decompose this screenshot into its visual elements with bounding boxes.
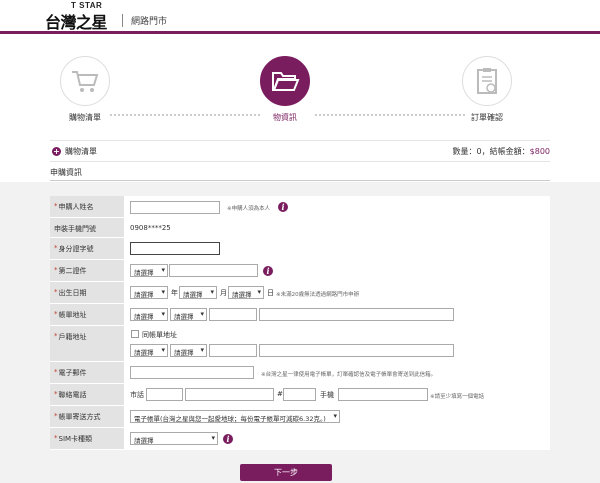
step-confirm-label: 訂單確認 bbox=[471, 113, 503, 122]
cart-totals: 數量：0，結帳金額：$800 bbox=[453, 146, 550, 157]
form-row-billing-address: *帳單地址 請選擇 請選擇 bbox=[50, 304, 550, 326]
row-label: * 帳單寄送方式 bbox=[50, 406, 124, 427]
totals-amount: $800 bbox=[529, 147, 550, 156]
form-row-id-number: * 身分證字號 bbox=[50, 238, 550, 260]
step-info-label: 物資訊 bbox=[273, 113, 297, 122]
form-row-applicant-name: * 申購人姓名 ※申購人須為本人 i bbox=[50, 196, 550, 218]
same-as-billing-label: 同帳單地址 bbox=[142, 331, 177, 339]
household-district-select[interactable]: 請選擇 bbox=[170, 344, 207, 357]
form-row-email: * 電子郵件 ※台灣之星一律使用電子帳單，訂單確認信及電子帳單會寄送到此信箱。 bbox=[50, 362, 550, 384]
step-info bbox=[260, 56, 310, 106]
form-row-birthday: *出生日期 請選擇 年 請選擇 月 請選擇 日 ※未滿20歲無法透過網路門市申辦 bbox=[50, 282, 550, 304]
application-form: * 申購人姓名 ※申購人須為本人 i 申裝手機門號 0908****25 * 身分證… bbox=[50, 196, 550, 450]
shopping-cart-icon bbox=[72, 71, 99, 92]
step-cart-label: 購物清單 bbox=[69, 113, 101, 122]
second-id-select[interactable]: 請選擇 bbox=[130, 264, 168, 277]
row-label: * 電子郵件 bbox=[50, 362, 124, 383]
expand-plus-icon[interactable]: + bbox=[52, 147, 61, 156]
form-row-second-id: *第二證件 請選擇 i bbox=[50, 260, 550, 282]
row-label: 申裝手機門號 bbox=[50, 218, 124, 237]
cart-toggle-label[interactable]: 購物清單 bbox=[65, 146, 97, 157]
area-code-input[interactable] bbox=[146, 388, 183, 401]
info-icon[interactable]: i bbox=[263, 266, 273, 276]
step-connector bbox=[315, 114, 465, 116]
birth-year-select[interactable]: 請選擇 bbox=[130, 286, 168, 299]
row-label: * SIM卡種類 bbox=[50, 428, 124, 449]
same-as-billing-checkbox[interactable] bbox=[131, 330, 139, 338]
cart-summary: + 購物清單 數量：0，結帳金額：$800 bbox=[50, 140, 550, 162]
household-zip-input[interactable] bbox=[209, 344, 257, 357]
year-unit: 年 bbox=[171, 289, 178, 297]
brand-logo[interactable]: 台灣之星 bbox=[45, 9, 108, 33]
month-unit: 月 bbox=[220, 289, 227, 297]
birth-month-select[interactable]: 請選擇 bbox=[179, 286, 217, 299]
birthday-note: ※未滿20歲無法透過網路門市申辦 bbox=[276, 292, 360, 298]
extension-input[interactable] bbox=[283, 388, 316, 401]
billing-district-select[interactable]: 請選擇 bbox=[170, 308, 207, 321]
landline-input[interactable] bbox=[185, 388, 274, 401]
row-label: * 申購人姓名 bbox=[50, 196, 124, 217]
form-row-bill-delivery: * 帳單寄送方式 電子帳單(台灣之星與您一起愛地球；每份電子帳單可減碳6.32克。… bbox=[50, 406, 550, 428]
landline-label: 市話 bbox=[130, 391, 144, 399]
step-confirm bbox=[462, 56, 512, 106]
row-label: * 帳單地址 bbox=[50, 304, 124, 325]
mobile-label: 手機 bbox=[320, 391, 334, 399]
extension-hash: # bbox=[277, 390, 283, 398]
form-row-sim-type: *SIM卡種類 請選擇 i bbox=[50, 428, 550, 450]
info-icon[interactable]: i bbox=[278, 202, 288, 212]
row-label: * 身分證字號 bbox=[50, 238, 124, 259]
household-city-select[interactable]: 請選擇 bbox=[130, 344, 168, 357]
phone-number-value: 0908****25 bbox=[130, 224, 171, 232]
section-title: 申購資訊 bbox=[50, 168, 82, 177]
info-icon[interactable]: i bbox=[223, 434, 233, 444]
totals-text: 數量：0，結帳金額： bbox=[452, 147, 530, 156]
email-input[interactable] bbox=[130, 366, 254, 379]
form-row-contact-phone: * 聯絡電話 市話 # 手機 ※請至少填寫一個電話 bbox=[50, 384, 550, 406]
day-unit: 日 bbox=[267, 289, 274, 297]
next-step-button[interactable]: 下一步 bbox=[240, 464, 332, 481]
row-label: * 第二證件 bbox=[50, 260, 124, 281]
divider bbox=[50, 180, 550, 181]
store-name: 網路門市 bbox=[122, 14, 167, 27]
step-cart bbox=[60, 56, 110, 106]
applicant-name-input[interactable] bbox=[130, 201, 220, 214]
mobile-input[interactable] bbox=[338, 388, 428, 401]
birth-day-select[interactable]: 請選擇 bbox=[228, 286, 264, 299]
checkout-steps: 購物清單 物資訊 訂單確認 bbox=[0, 34, 600, 134]
bill-delivery-select[interactable]: 電子帳單(台灣之星與您一起愛地球；每份電子帳單可減碳6.32克。) bbox=[130, 410, 340, 423]
email-note: ※台灣之星一律使用電子帳單，訂單確認信及電子帳單會寄送到此信箱。 bbox=[261, 372, 437, 378]
applicant-note: ※申購人須為本人 bbox=[227, 206, 271, 212]
folder-open-icon bbox=[272, 72, 300, 91]
row-label: * 戶籍地址 bbox=[50, 326, 124, 361]
id-number-input[interactable] bbox=[130, 242, 220, 255]
billing-city-select[interactable]: 請選擇 bbox=[130, 308, 168, 321]
row-label: * 聯絡電話 bbox=[50, 384, 124, 405]
form-row-phone: 申裝手機門號 0908****25 bbox=[50, 218, 550, 238]
form-row-household-address: *戶籍地址 同帳單地址 請選擇 請選擇 bbox=[50, 326, 550, 362]
clipboard-check-icon bbox=[477, 68, 497, 94]
household-address-input[interactable] bbox=[259, 344, 454, 357]
sim-type-select[interactable]: 請選擇 bbox=[130, 432, 218, 445]
phone-note: ※請至少填寫一個電話 bbox=[430, 394, 485, 400]
row-label: * 出生日期 bbox=[50, 282, 124, 303]
site-header: T STAR 台灣之星 網路門市 bbox=[0, 0, 600, 34]
step-connector bbox=[110, 114, 260, 116]
billing-zip-input[interactable] bbox=[209, 308, 257, 321]
second-id-input[interactable] bbox=[169, 264, 258, 277]
billing-address-input[interactable] bbox=[259, 308, 454, 321]
